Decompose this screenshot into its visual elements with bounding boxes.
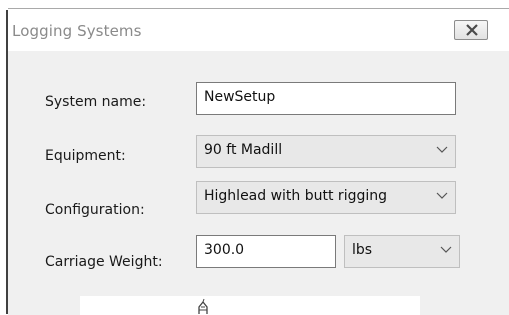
- logging-systems-dialog: Logging Systems System name: NewSetup Eq…: [8, 8, 509, 315]
- close-icon: [466, 24, 478, 36]
- equipment-dropdown[interactable]: 90 ft Madill: [196, 135, 456, 168]
- chevron-down-icon: [440, 246, 452, 253]
- window-title: Logging Systems: [12, 22, 142, 40]
- equipment-preview-image: [80, 296, 420, 315]
- close-button[interactable]: [454, 20, 488, 40]
- system-name-value: NewSetup: [204, 89, 276, 105]
- equipment-value: 90 ft Madill: [204, 142, 283, 158]
- system-name-input[interactable]: NewSetup: [196, 82, 456, 115]
- title-bar: Logging Systems: [8, 9, 509, 51]
- configuration-dropdown[interactable]: Highlead with butt rigging: [196, 181, 456, 214]
- machine-icon: [198, 298, 208, 314]
- carriage-weight-value: 300.0: [204, 242, 245, 258]
- configuration-label: Configuration:: [45, 202, 145, 218]
- background-window-edge: [0, 0, 8, 314]
- system-name-label: System name:: [45, 94, 147, 110]
- equipment-label: Equipment:: [45, 148, 126, 164]
- carriage-weight-input[interactable]: 300.0: [196, 235, 336, 268]
- carriage-weight-label: Carriage Weight:: [45, 254, 163, 270]
- configuration-value: Highlead with butt rigging: [204, 188, 388, 204]
- chevron-down-icon: [436, 146, 448, 153]
- weight-unit-value: lbs: [352, 242, 373, 258]
- chevron-down-icon: [436, 192, 448, 199]
- weight-unit-dropdown[interactable]: lbs: [344, 235, 460, 268]
